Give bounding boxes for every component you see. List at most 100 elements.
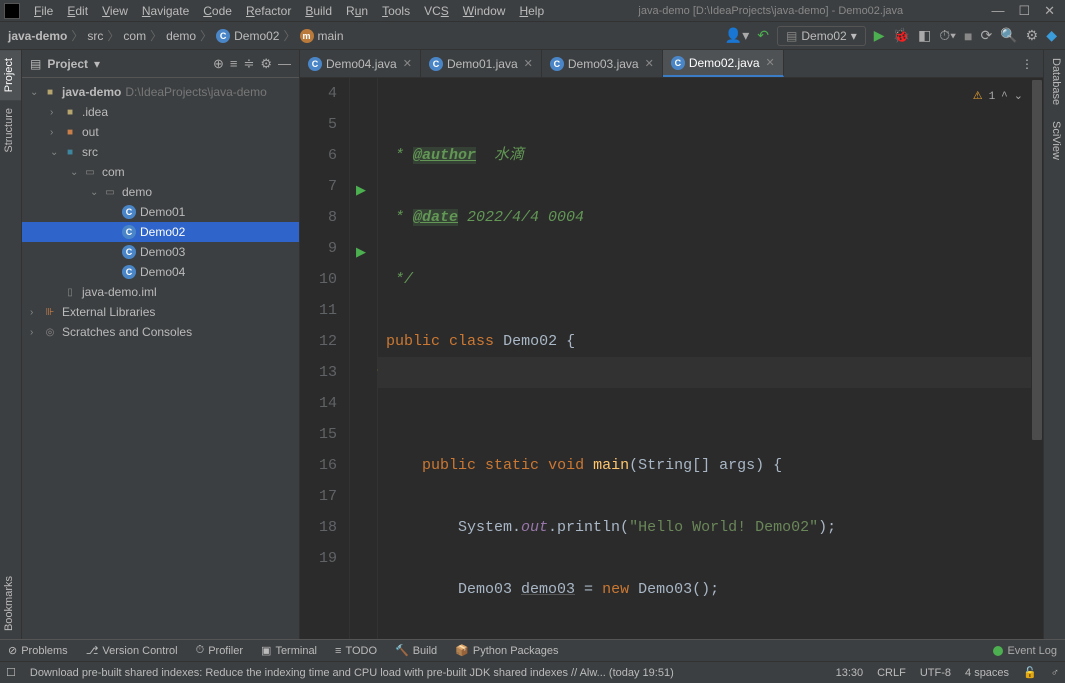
inspection-widget[interactable]: ⚠ 1 ^ ⌄ <box>973 82 1023 113</box>
editor-gutter[interactable]: ▶ ▶ 💡 <box>350 78 378 639</box>
menu-tools[interactable]: Tools <box>376 2 416 20</box>
menu-window[interactable]: Window <box>457 2 512 20</box>
user-icon[interactable]: 👤▾ <box>725 27 749 44</box>
down-icon[interactable]: ⌄ <box>1014 82 1023 113</box>
ide-features-icon[interactable]: ◆ <box>1046 27 1057 44</box>
tab-python-packages[interactable]: 📦 Python Packages <box>455 644 558 657</box>
menu-vcs[interactable]: VCS <box>418 2 455 20</box>
menu-navigate[interactable]: Navigate <box>136 2 195 20</box>
tree-class-demo04[interactable]: C Demo04 <box>22 262 299 282</box>
gear-icon[interactable]: ⚙ <box>260 56 272 72</box>
target-icon[interactable]: ⊕ <box>213 56 224 72</box>
search-icon[interactable]: 🔍 <box>1000 27 1017 44</box>
file-encoding[interactable]: UTF-8 <box>920 667 951 679</box>
chevron-down-icon[interactable]: ⌄ <box>70 167 82 178</box>
tab-demo04[interactable]: CDemo04.java✕ <box>300 50 421 77</box>
maximize-button[interactable]: ☐ <box>1018 3 1030 19</box>
menu-run[interactable]: Run <box>340 2 374 20</box>
run-button[interactable]: ▶ <box>874 27 885 44</box>
tree-class-demo03[interactable]: C Demo03 <box>22 242 299 262</box>
tab-profiler[interactable]: ⏱ Profiler <box>196 644 243 657</box>
menu-view[interactable]: View <box>96 2 134 20</box>
tree-com[interactable]: ⌄ ▭ com <box>22 162 299 182</box>
line-separator[interactable]: CRLF <box>877 667 906 679</box>
scrollbar-thumb[interactable] <box>1032 80 1042 440</box>
chevron-right-icon[interactable]: › <box>50 127 62 138</box>
up-icon[interactable]: ^ <box>1001 82 1008 113</box>
tree-iml[interactable]: ▯ java-demo.iml <box>22 282 299 302</box>
tab-problems[interactable]: ⊘ Problems <box>8 644 68 657</box>
tab-project[interactable]: Project <box>0 50 21 100</box>
menu-refactor[interactable]: Refactor <box>240 2 297 20</box>
run-line-icon[interactable]: ▶ <box>356 175 366 206</box>
chevron-right-icon[interactable]: › <box>50 107 62 118</box>
tab-demo03[interactable]: CDemo03.java✕ <box>542 50 663 77</box>
readonly-toggle-icon[interactable]: 🔓 <box>1023 666 1037 679</box>
bc-demo[interactable]: demo <box>166 29 196 43</box>
memory-icon[interactable]: ♂ <box>1051 667 1059 679</box>
debug-button[interactable]: 🐞 <box>893 27 910 44</box>
indent-config[interactable]: 4 spaces <box>965 667 1009 679</box>
hide-icon[interactable]: — <box>278 56 291 71</box>
menu-code[interactable]: Code <box>197 2 238 20</box>
tree-class-demo02[interactable]: C Demo02 <box>22 222 299 242</box>
tab-todo[interactable]: ≡ TODO <box>335 645 377 657</box>
chevron-right-icon[interactable]: › <box>30 307 42 318</box>
tab-demo01[interactable]: CDemo01.java✕ <box>421 50 542 77</box>
caret-position[interactable]: 13:30 <box>836 667 864 679</box>
chevron-right-icon[interactable]: › <box>30 327 42 338</box>
coverage-button[interactable]: ◧ <box>918 27 931 44</box>
tabs-more-icon[interactable]: ⋮ <box>1011 50 1043 77</box>
chevron-down-icon[interactable]: ⌄ <box>50 147 62 158</box>
tab-sciview[interactable]: SciView <box>1044 113 1065 168</box>
tree-root[interactable]: ⌄ ■ java-demo D:\IdeaProjects\java-demo <box>22 82 299 102</box>
tree-demo[interactable]: ⌄ ▭ demo <box>22 182 299 202</box>
expand-icon[interactable]: ≑ <box>243 56 254 72</box>
tab-terminal[interactable]: ▣ Terminal <box>261 644 317 657</box>
vcs-update-icon[interactable]: ⟳ <box>980 27 992 44</box>
tree-class-demo01[interactable]: C Demo01 <box>22 202 299 222</box>
sort-icon[interactable]: ≡ <box>230 56 238 71</box>
menu-help[interactable]: Help <box>513 2 550 20</box>
tab-database[interactable]: Database <box>1044 50 1065 113</box>
status-icon[interactable]: ☐ <box>6 666 16 679</box>
close-icon[interactable]: ✕ <box>403 57 412 70</box>
bc-class[interactable]: Demo02 <box>234 29 279 43</box>
back-icon[interactable]: ↶ <box>757 27 769 44</box>
tree-out[interactable]: › ■ out <box>22 122 299 142</box>
bc-project[interactable]: java-demo <box>8 29 67 43</box>
profile-button[interactable]: ⏱▾ <box>939 27 956 44</box>
project-dropdown-icon[interactable]: ▾ <box>94 57 100 71</box>
settings-icon[interactable]: ⚙ <box>1026 27 1039 44</box>
tab-event-log[interactable]: Event Log <box>993 645 1057 657</box>
menu-edit[interactable]: Edit <box>61 2 94 20</box>
tree-scratches[interactable]: › ◎ Scratches and Consoles <box>22 322 299 342</box>
code-content[interactable]: * @author 水滴 * @date 2022/4/4 0004 */ pu… <box>378 78 1043 639</box>
close-button[interactable]: ✕ <box>1044 3 1055 19</box>
libs-icon: ⊪ <box>42 305 58 319</box>
tab-bookmarks[interactable]: Bookmarks <box>0 568 21 639</box>
tab-build[interactable]: 🔨 Build <box>395 644 437 657</box>
stop-button[interactable]: ■ <box>964 28 972 44</box>
tab-version-control[interactable]: ⎇ Version Control <box>86 644 178 657</box>
tree-external-libs[interactable]: › ⊪ External Libraries <box>22 302 299 322</box>
close-icon[interactable]: ✕ <box>524 57 533 70</box>
bc-method[interactable]: main <box>318 29 344 43</box>
tab-demo02[interactable]: CDemo02.java✕ <box>663 50 784 77</box>
run-line-icon[interactable]: ▶ <box>356 237 366 268</box>
tree-idea[interactable]: › ■ .idea <box>22 102 299 122</box>
menu-build[interactable]: Build <box>299 2 338 20</box>
tree-src[interactable]: ⌄ ■ src <box>22 142 299 162</box>
bc-com[interactable]: com <box>123 29 146 43</box>
chevron-down-icon[interactable]: ⌄ <box>30 87 42 98</box>
run-config-selector[interactable]: ▤ Demo02 ▾ <box>777 26 866 46</box>
chevron-down-icon[interactable]: ⌄ <box>90 187 102 198</box>
minimize-button[interactable]: — <box>991 3 1004 19</box>
bc-src[interactable]: src <box>87 29 103 43</box>
code-editor[interactable]: ⚠ 1 ^ ⌄ 4 5 6 7 8 9 10 11 12 13 14 15 16… <box>300 78 1043 639</box>
menu-file[interactable]: File <box>28 2 59 20</box>
close-icon[interactable]: ✕ <box>766 56 775 69</box>
close-icon[interactable]: ✕ <box>645 57 654 70</box>
status-message[interactable]: Download pre-built shared indexes: Reduc… <box>30 667 822 679</box>
tab-structure[interactable]: Structure <box>0 100 21 161</box>
